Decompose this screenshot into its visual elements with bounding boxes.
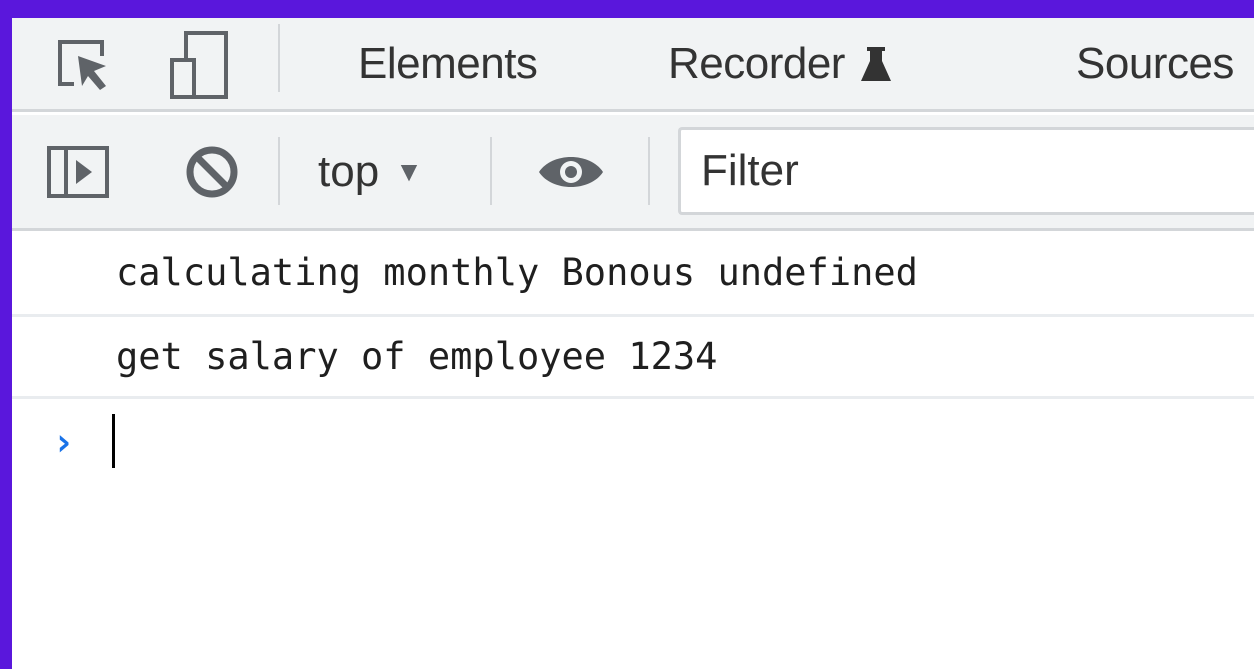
context-label: top [318, 146, 380, 196]
tab-bar-divider [278, 24, 280, 92]
console-messages: calculating monthly Bonous undefined get… [12, 231, 1254, 399]
devtools-tab-bar: Elements Recorder Sources [12, 18, 1254, 112]
filter-box[interactable] [678, 127, 1254, 215]
toolbar-divider [278, 137, 280, 205]
toolbar-divider [490, 137, 492, 205]
context-selector[interactable]: top ▼ [318, 115, 423, 228]
filter-input[interactable] [701, 146, 1254, 196]
console-toolbar: top ▼ [12, 115, 1254, 231]
tab-elements[interactable]: Elements [358, 18, 538, 109]
tab-recorder-label: Recorder [668, 38, 845, 88]
tab-sources-label: Sources [1076, 38, 1234, 88]
clear-console-icon[interactable] [172, 115, 252, 228]
flask-icon [859, 45, 893, 83]
console-prompt[interactable]: › [12, 398, 1254, 494]
devtools-window: Elements Recorder Sources top ▼ Filter c… [12, 18, 1254, 669]
tab-elements-label: Elements [358, 38, 538, 88]
device-toolbar-icon[interactable] [162, 18, 236, 112]
eye-icon[interactable] [530, 115, 612, 228]
text-cursor [112, 414, 115, 468]
show-sidebar-icon[interactable] [42, 115, 114, 228]
inspect-element-icon[interactable] [48, 18, 118, 112]
console-message: get salary of employee 1234 [12, 317, 1254, 399]
chevron-down-icon: ▼ [395, 155, 423, 187]
tab-recorder[interactable]: Recorder [668, 18, 893, 109]
console-message: calculating monthly Bonous undefined [12, 231, 1254, 317]
tab-sources[interactable]: Sources [1076, 18, 1234, 109]
prompt-chevron-icon: › [52, 420, 75, 464]
toolbar-divider [648, 137, 650, 205]
